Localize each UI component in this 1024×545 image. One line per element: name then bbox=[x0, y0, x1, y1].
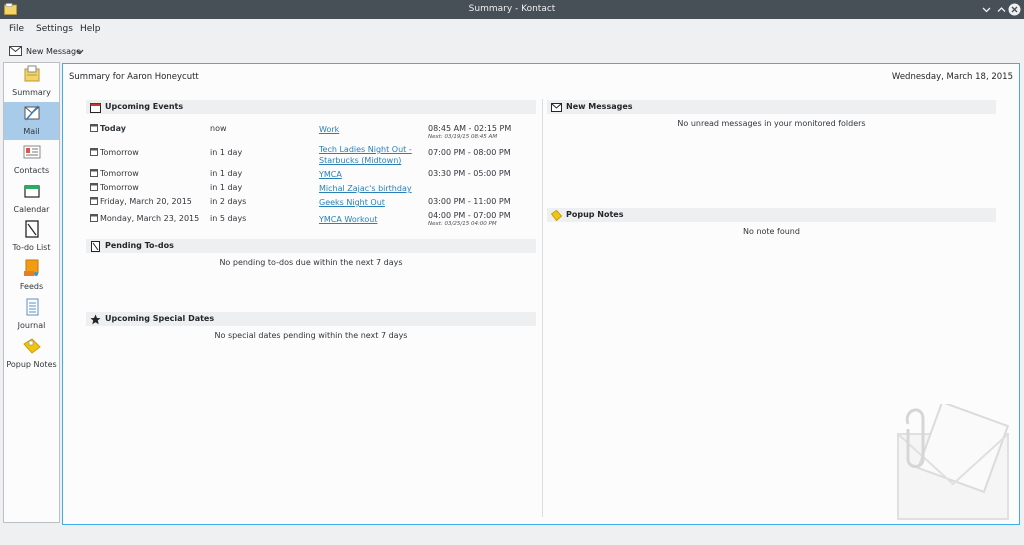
event-relative: in 2 days bbox=[210, 197, 247, 206]
todos-empty-message: No pending to-dos due within the next 7 … bbox=[219, 258, 403, 267]
sidebar-item-journal[interactable]: Journal bbox=[4, 296, 59, 334]
event-time: 03:30 PM - 05:00 PM bbox=[428, 169, 511, 178]
event-time: 03:00 PM - 11:00 PM bbox=[428, 197, 511, 206]
event-link-line1: Tech Ladies Night Out - bbox=[319, 145, 412, 154]
section-title: Upcoming Special Dates bbox=[105, 314, 215, 323]
calendar-small-icon bbox=[90, 183, 98, 191]
pending-todos-header: Pending To-dos bbox=[86, 239, 536, 253]
section-title: Pending To-dos bbox=[105, 241, 174, 250]
event-row: Tomorrow in 1 day Tech Ladies Night Out … bbox=[88, 143, 518, 165]
chevron-down-icon[interactable] bbox=[76, 49, 84, 55]
event-when: Tomorrow bbox=[100, 148, 139, 157]
calendar-small-icon bbox=[90, 169, 98, 177]
event-when: Monday, March 23, 2015 bbox=[100, 214, 200, 223]
special-dates-header: Upcoming Special Dates bbox=[86, 312, 536, 326]
calendar-icon bbox=[90, 103, 101, 113]
sidebar-item-summary[interactable]: Summary bbox=[4, 63, 59, 101]
calendar-small-icon bbox=[90, 214, 98, 222]
event-when: Tomorrow bbox=[100, 169, 139, 178]
popup-notes-header: Popup Notes bbox=[547, 208, 996, 222]
sidebar-item-feeds[interactable]: Feeds bbox=[4, 257, 59, 295]
event-row: Monday, March 23, 2015 in 5 days YMCA Wo… bbox=[88, 210, 518, 228]
summary-title: Summary for Aaron Honeycutt bbox=[69, 72, 199, 82]
sidebar-item-label: Contacts bbox=[13, 166, 50, 175]
calendar-small-icon bbox=[90, 124, 98, 132]
envelope-icon bbox=[9, 46, 22, 56]
kontact-watermark-icon bbox=[897, 404, 1010, 520]
event-link[interactable]: YMCA bbox=[319, 169, 342, 180]
star-icon bbox=[90, 314, 101, 325]
mail-icon bbox=[24, 105, 40, 121]
todo-icon bbox=[25, 220, 39, 238]
calendar-small-icon bbox=[90, 197, 98, 205]
calendar-small-icon bbox=[90, 148, 98, 156]
upcoming-events-header: Upcoming Events bbox=[86, 100, 536, 114]
event-relative: in 1 day bbox=[210, 183, 243, 192]
event-time: 04:00 PM - 07:00 PM bbox=[428, 211, 511, 220]
new-message-label: New Message bbox=[26, 46, 82, 56]
event-when: Tomorrow bbox=[100, 183, 139, 192]
sidebar-item-todo[interactable]: To-do List bbox=[4, 218, 59, 256]
window-titlebar: Summary - Kontact bbox=[0, 0, 1024, 19]
event-link[interactable]: YMCA Workout bbox=[319, 214, 377, 225]
notes-icon bbox=[551, 210, 562, 221]
summary-icon bbox=[24, 65, 40, 82]
window-title: Summary - Kontact bbox=[468, 4, 556, 14]
event-time: 07:00 PM - 08:00 PM bbox=[428, 148, 511, 157]
journal-icon bbox=[26, 298, 39, 316]
menu-settings[interactable]: Settings bbox=[36, 24, 73, 34]
summary-view: Summary for Aaron Honeycutt Wednesday, M… bbox=[62, 63, 1020, 525]
event-relative: now bbox=[210, 124, 227, 133]
envelope-icon bbox=[551, 103, 562, 112]
sidebar: Summary Mail Contacts Calendar To-do Lis… bbox=[3, 62, 60, 523]
sidebar-item-label: Mail bbox=[23, 127, 40, 136]
event-relative: in 1 day bbox=[210, 148, 243, 157]
section-title: Upcoming Events bbox=[105, 102, 184, 111]
summary-date: Wednesday, March 18, 2015 bbox=[891, 72, 1013, 82]
event-next: Next: 03/19/15 08:45 AM bbox=[428, 134, 498, 140]
calendar-icon bbox=[24, 185, 40, 198]
maximize-icon[interactable] bbox=[995, 3, 1008, 16]
event-relative: in 1 day bbox=[210, 169, 243, 178]
sidebar-item-label: Journal bbox=[17, 321, 46, 330]
contacts-icon bbox=[23, 145, 41, 159]
menu-file[interactable]: File bbox=[9, 24, 24, 34]
event-row: Today now Work 08:45 AM - 02:15 PM Next:… bbox=[88, 123, 518, 141]
feeds-icon bbox=[24, 259, 39, 276]
sidebar-item-label: Popup Notes bbox=[6, 360, 57, 369]
chevron-down-icon[interactable] bbox=[980, 3, 993, 16]
messages-empty-message: No unread messages in your monitored fol… bbox=[677, 119, 866, 128]
event-relative: in 5 days bbox=[210, 214, 247, 223]
event-link[interactable]: Michal Zajac's birthday bbox=[319, 183, 412, 194]
notes-empty-message: No note found bbox=[743, 227, 800, 236]
menu-bar: File Settings Help bbox=[0, 19, 1024, 39]
section-title: New Messages bbox=[566, 102, 633, 111]
sidebar-item-label: Summary bbox=[12, 88, 51, 97]
sidebar-item-contacts[interactable]: Contacts bbox=[4, 141, 59, 179]
notes-icon bbox=[23, 338, 41, 354]
new-message-button[interactable]: New Message bbox=[9, 43, 81, 59]
event-link-line2: Starbucks (Midtown) bbox=[319, 156, 402, 165]
event-link[interactable]: Work bbox=[319, 124, 339, 135]
event-time: 08:45 AM - 02:15 PM bbox=[428, 124, 512, 133]
sidebar-item-popup-notes[interactable]: Popup Notes bbox=[4, 335, 59, 373]
event-when: Friday, March 20, 2015 bbox=[100, 197, 192, 206]
event-when: Today bbox=[100, 124, 126, 133]
sidebar-item-label: Calendar bbox=[13, 205, 50, 214]
close-icon[interactable] bbox=[1008, 3, 1021, 16]
sidebar-item-label: Feeds bbox=[19, 282, 44, 291]
section-title: Popup Notes bbox=[566, 210, 624, 219]
todo-icon bbox=[91, 241, 100, 252]
menu-help[interactable]: Help bbox=[80, 24, 101, 34]
event-next: Next: 03/25/15 04:00 PM bbox=[428, 221, 497, 227]
column-divider bbox=[542, 99, 543, 517]
event-link[interactable]: Tech Ladies Night Out - Starbucks (Midtow… bbox=[319, 144, 412, 166]
sidebar-item-calendar[interactable]: Calendar bbox=[4, 180, 59, 218]
new-messages-header: New Messages bbox=[547, 100, 996, 114]
event-link[interactable]: Geeks Night Out bbox=[319, 197, 385, 208]
special-dates-empty-message: No special dates pending within the next… bbox=[214, 331, 408, 340]
toolbar: New Message bbox=[0, 39, 1024, 61]
sidebar-item-label: To-do List bbox=[12, 243, 51, 252]
sidebar-item-mail[interactable]: Mail bbox=[4, 102, 59, 140]
